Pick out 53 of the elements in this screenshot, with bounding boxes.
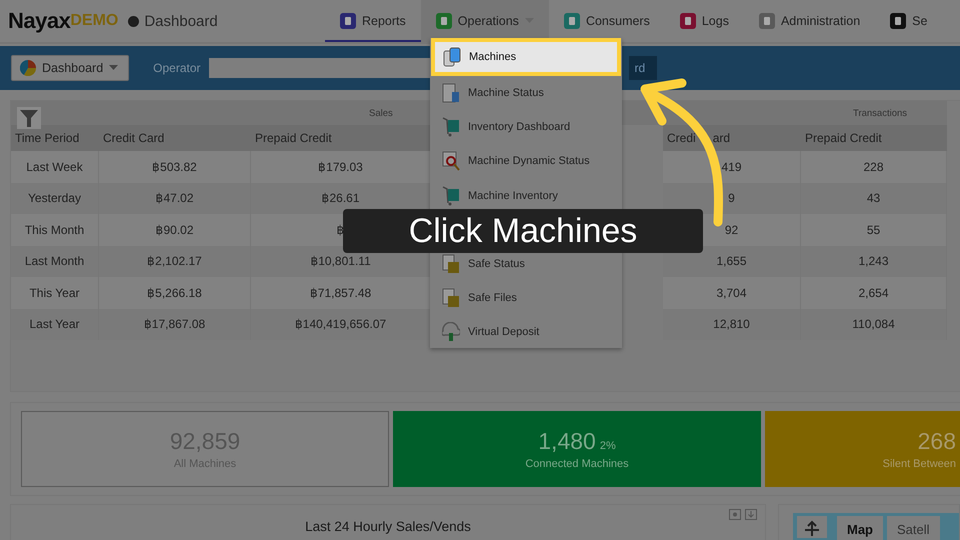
table-cell: ฿2,102.17	[99, 246, 251, 277]
table-cell: 3,704	[663, 277, 801, 308]
table-cell: Yesterday	[11, 182, 99, 214]
logo-text: Nayax	[8, 8, 70, 34]
table-cell: This Month	[11, 214, 99, 246]
dashboard-button[interactable]: rd	[628, 56, 658, 80]
table-cell: 12,810	[663, 308, 801, 340]
column-header[interactable]: Credi	[667, 131, 696, 145]
table-cell: 1,243	[801, 246, 947, 277]
table-cell: 55	[801, 214, 947, 246]
column-header[interactable]: Credit Card	[99, 125, 251, 151]
stat-label: Silent Between	[882, 458, 956, 470]
table-cell: 228	[801, 151, 947, 182]
page-title: Dashboard	[144, 12, 218, 30]
column-header[interactable]: Prepaid Credit	[251, 125, 431, 151]
column-header[interactable]: ard	[712, 131, 730, 145]
column-header[interactable]: Time Period	[11, 125, 99, 151]
chart-title: Last 24 Hourly Sales/Vends	[305, 519, 471, 536]
nav-tab[interactable]: Administration	[744, 0, 876, 42]
tutorial-caption: Click Machines	[343, 209, 703, 253]
group-header: Transactions	[663, 101, 947, 125]
menu-item[interactable]: Virtual Deposit	[430, 315, 622, 350]
table-cell: 419	[663, 151, 801, 182]
stat-label: Connected Machines	[525, 458, 629, 470]
table-cell: Last Year	[11, 308, 99, 340]
table-cell: ฿17,867.08	[99, 308, 251, 340]
table-cell: ฿71,857.48	[251, 277, 431, 308]
stat-value: 268	[918, 428, 956, 455]
table-cell: ฿179.03	[251, 151, 431, 182]
map-tab[interactable]: Satell	[887, 516, 940, 540]
nav-tab[interactable]: Operations	[420, 0, 549, 42]
table-cell: 43	[801, 182, 947, 214]
view-dropdown[interactable]: Dashboard	[11, 55, 130, 81]
nav-tab[interactable]: Logs	[664, 0, 744, 42]
table-cell: ฿503.82	[99, 151, 251, 182]
table-cell: ฿90.02	[99, 214, 251, 246]
stat-percent: 2%	[600, 440, 616, 452]
logo-suffix: DEMO	[70, 12, 118, 29]
map-tab[interactable]: Map	[837, 516, 883, 540]
stat-value: 1,480	[538, 428, 596, 455]
menu-item[interactable]: Machine Dynamic Status	[430, 144, 622, 179]
menu-item[interactable]: Machines	[431, 38, 621, 76]
nav-tab[interactable]: Se	[875, 0, 942, 42]
table-cell: Last Month	[11, 246, 99, 277]
menu-item[interactable]: Safe Files	[430, 280, 622, 316]
table-cell: ฿5,266.18	[99, 277, 251, 308]
table-cell: Last Week	[11, 151, 99, 182]
column-header[interactable]: Prepaid Credit	[801, 125, 947, 151]
table-cell: 110,084	[801, 308, 947, 340]
table-cell: This Year	[11, 277, 99, 308]
table-cell: 2,654	[801, 277, 947, 308]
table-cell: ฿47.02	[99, 182, 251, 214]
operator-label: Operator	[153, 61, 201, 75]
